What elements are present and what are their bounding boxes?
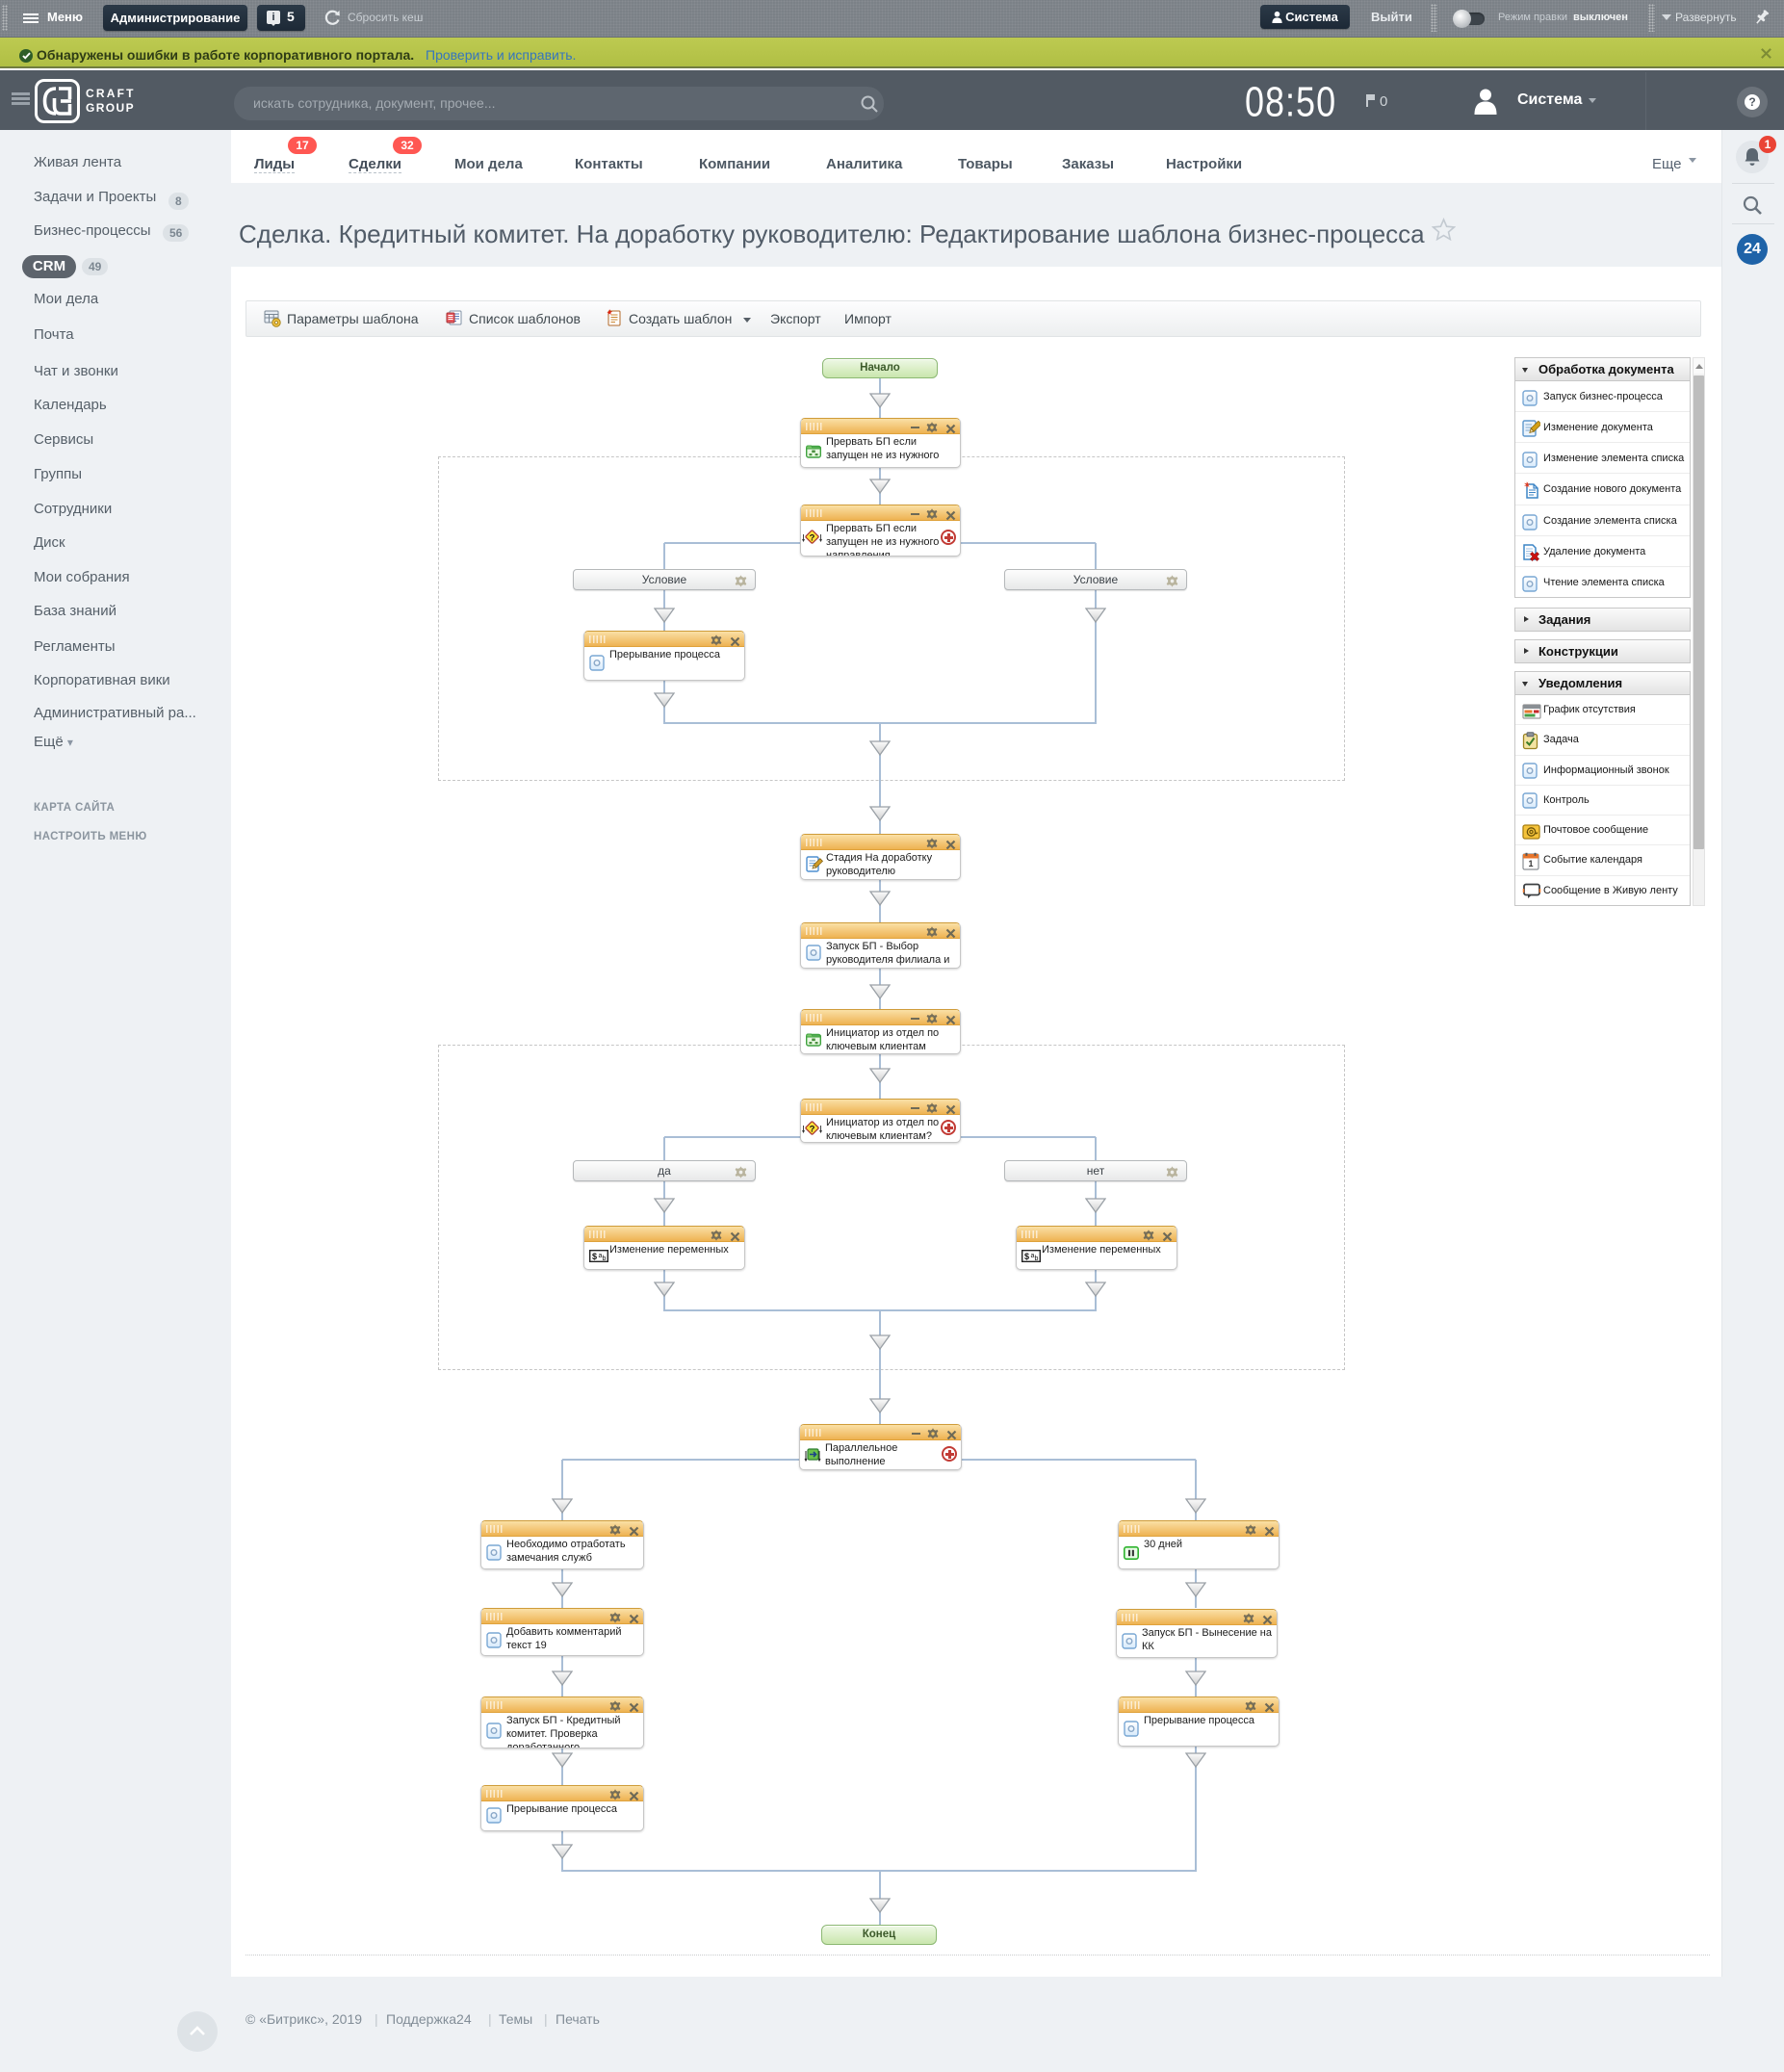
svg-text:$: $ (592, 1252, 597, 1261)
svg-text:b: b (603, 1256, 607, 1262)
svg-text:b: b (1035, 1256, 1039, 1262)
svg-text:?: ? (810, 533, 815, 544)
svg-text:?: ? (810, 1125, 815, 1135)
svg-text:1: 1 (1528, 859, 1533, 868)
svg-text:$: $ (1024, 1252, 1029, 1261)
